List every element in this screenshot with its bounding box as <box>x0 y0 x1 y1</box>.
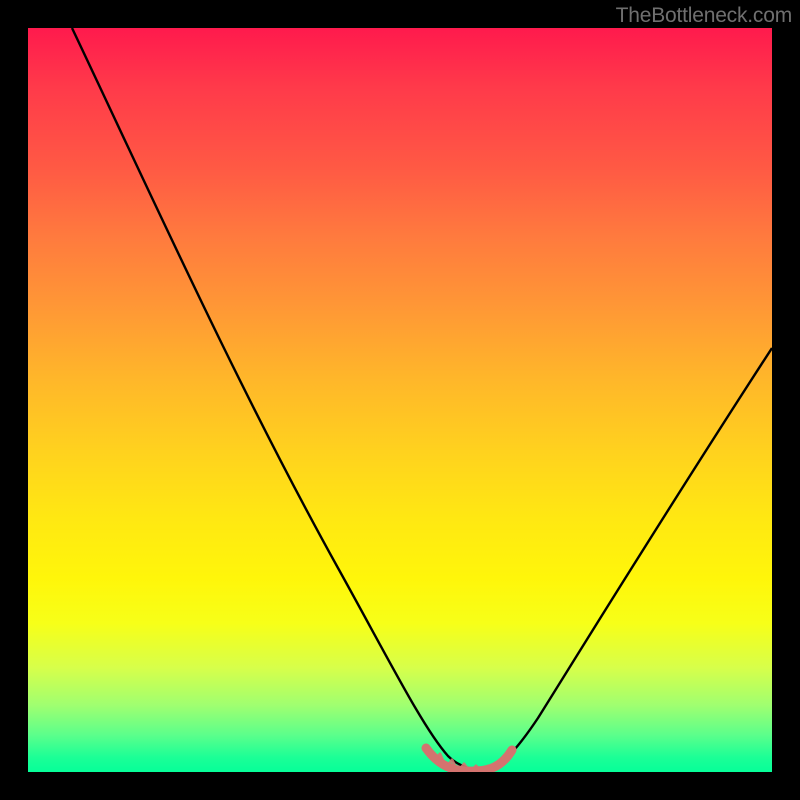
plot-area <box>28 28 772 772</box>
curve-layer <box>28 28 772 772</box>
main-curve <box>72 28 772 770</box>
watermark-text: TheBottleneck.com <box>616 4 792 28</box>
chart-frame: TheBottleneck.com <box>0 0 800 800</box>
